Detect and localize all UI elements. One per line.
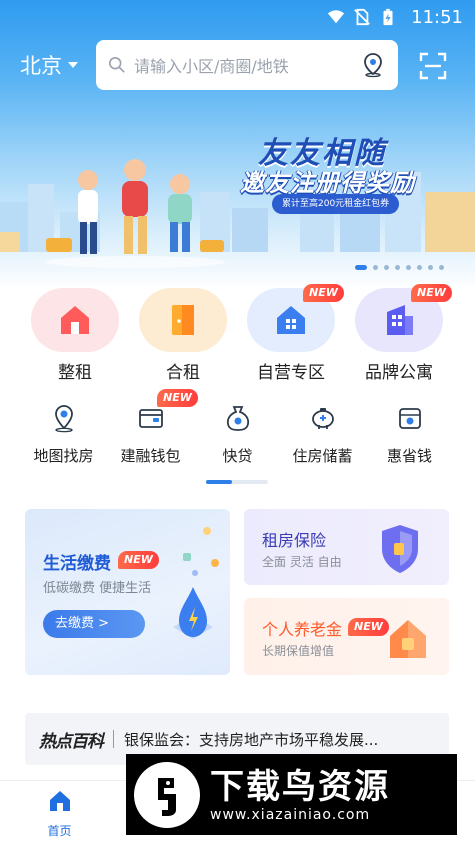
service-label: 住房储蓄 [292, 447, 353, 465]
category-hezu[interactable]: 合租 [133, 288, 233, 383]
carousel-dot [355, 265, 367, 270]
search-bar[interactable]: 请输入小区/商圈/地铁 [96, 40, 398, 90]
card-title: 租房保险 [262, 531, 327, 550]
service-quick-loan[interactable]: 快贷 [190, 403, 285, 466]
home-icon [49, 791, 70, 811]
new-badge: NEW [411, 284, 452, 302]
caret-down-icon [68, 62, 78, 68]
status-bar: 11:51 [0, 0, 475, 34]
carousel-dot [373, 265, 378, 270]
banner-slogan-sub: 邀友注册得奖励 [240, 169, 415, 197]
carousel-dot [428, 265, 433, 270]
category-label: 合租 [166, 363, 200, 383]
watermark-url: www.xiazainiao.com [210, 806, 371, 823]
coupon-icon [398, 408, 421, 429]
service-label: 地图找房 [33, 447, 94, 465]
new-badge: NEW [348, 618, 389, 636]
card-subtitle: 全面 灵活 自由 [262, 555, 342, 569]
service-housing-savings[interactable]: 住房储蓄 [275, 403, 370, 466]
wifi-icon [328, 10, 345, 24]
card-title: 个人养老金 [262, 620, 343, 639]
service-label: 惠省钱 [386, 447, 432, 465]
home-grid-icon [277, 306, 305, 334]
tab-home[interactable]: 首页 [12, 789, 107, 839]
carousel-dot [439, 265, 444, 270]
top-bar: 北京 请输入小区/商圈/地铁 [0, 40, 475, 92]
category-zhengzu[interactable]: 整租 [25, 288, 125, 383]
category-label: 品牌公寓 [365, 363, 433, 383]
category-ziying[interactable]: 自营专区 NEW [241, 284, 344, 383]
service-label: 建融钱包 [120, 447, 181, 465]
carousel-dot [406, 265, 411, 270]
door-icon [172, 305, 194, 335]
location-icon[interactable] [360, 52, 386, 78]
category-brand-apartment[interactable]: 品牌公寓 NEW [349, 284, 452, 383]
watermark-overlay: 下载鸟资源 www.xiazainiao.com [126, 754, 457, 835]
banner-slogan-pill: 累计至高200元租金红包券 [272, 194, 400, 214]
piggy-bank-icon [311, 408, 334, 429]
service-save-money[interactable]: 惠省钱 [362, 403, 457, 466]
watermark-text: 下载鸟资源 www.xiazainiao.com [210, 767, 390, 823]
main-category-grid: 整租 合租 自营专区 NEW 品牌公寓 NEW [0, 284, 475, 388]
building-icon [387, 305, 413, 335]
carousel-dot [384, 265, 389, 270]
carousel-dot [417, 265, 422, 270]
category-label: 自营专区 [257, 363, 325, 383]
city-selector[interactable]: 北京 [20, 50, 78, 80]
card-subtitle: 长期保值增值 [262, 644, 335, 658]
carousel-indicator [355, 265, 444, 270]
app-screen: 友友相随 邀友注册得奖励 累计至高200元租金红包券 11:51 北京 请输入小… [0, 0, 475, 846]
no-sim-icon [354, 8, 370, 26]
grid-page-indicator [206, 480, 268, 484]
wallet-icon [138, 409, 163, 428]
carousel-dot [395, 265, 400, 270]
new-badge: NEW [303, 284, 344, 302]
card-subtitle: 低碳缴费 便捷生活 [43, 581, 152, 596]
service-wallet[interactable]: 建融钱包 NEW [103, 389, 198, 466]
house-icon [61, 306, 89, 334]
divider [113, 730, 114, 748]
status-time: 11:51 [411, 6, 463, 28]
scan-icon[interactable] [418, 51, 448, 81]
search-placeholder: 请输入小区/商圈/地铁 [134, 57, 289, 76]
city-name: 北京 [20, 54, 62, 78]
money-bag-icon [226, 406, 249, 431]
service-grid: 地图找房 建融钱包 NEW 快贷 住房储蓄 惠省钱 [0, 389, 475, 473]
card-title: 生活缴费 [43, 554, 111, 574]
news-logo: 热点百科 [39, 731, 104, 752]
category-icon-bg [31, 288, 119, 352]
pension-house-icon [390, 620, 426, 658]
category-icon-bg [139, 288, 227, 352]
watermark-title: 下载鸟资源 [210, 766, 390, 807]
category-label: 整租 [58, 363, 92, 383]
card-utility-payment[interactable]: 生活缴费 NEW 低碳缴费 便捷生活 去缴费 > [25, 509, 230, 675]
bird-logo-icon [158, 777, 176, 816]
map-pin-icon [54, 405, 73, 433]
tab-label: 首页 [47, 824, 72, 838]
service-label: 快贷 [222, 447, 253, 465]
shield-icon [382, 525, 418, 573]
utility-decor-icons [183, 527, 219, 576]
friends-illustration [45, 159, 225, 268]
card-rental-insurance[interactable]: 租房保险 全面 灵活 自由 [244, 509, 449, 585]
service-map-search[interactable]: 地图找房 [16, 403, 111, 466]
news-headline[interactable]: 银保监会：支持房地产市场平稳发展... [124, 729, 424, 750]
pay-button[interactable]: 去缴费 > [43, 610, 145, 638]
battery-charging-icon [383, 8, 393, 26]
water-drop-icon [173, 587, 213, 639]
grid-page-indicator-active [206, 480, 232, 484]
watermark-logo [134, 761, 200, 828]
search-icon [108, 56, 125, 73]
new-badge: NEW [118, 551, 159, 569]
card-personal-pension[interactable]: 个人养老金 NEW 长期保值增值 [244, 598, 449, 675]
